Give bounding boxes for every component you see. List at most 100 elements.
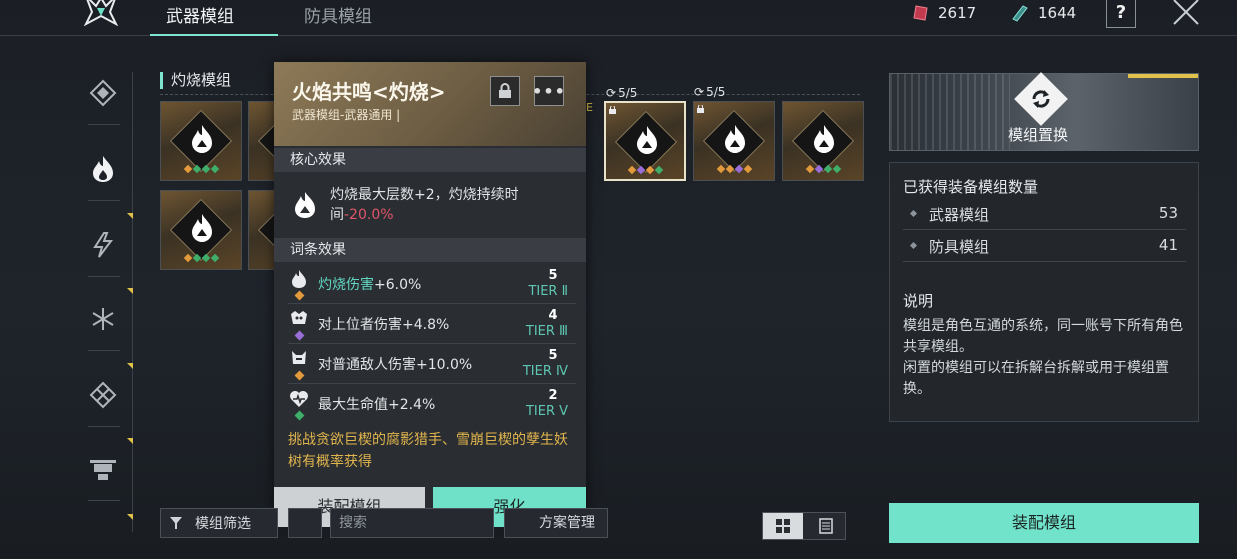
card-rarity-dots: [161, 253, 241, 263]
grid-view-button[interactable]: [763, 513, 803, 539]
affix-row: 对普通敌人伤害+10.0% 5 TIER Ⅳ: [288, 348, 576, 384]
close-icon[interactable]: [1170, 0, 1202, 28]
currency-teal-value: 1644: [1038, 4, 1077, 22]
affix-text: 对上位者伤害+4.8%: [318, 317, 450, 333]
owned-label: 防具模组: [929, 238, 990, 256]
owned-weapon-row: 武器模组 53: [903, 200, 1186, 230]
tab-armor-modules[interactable]: 防具模组: [304, 2, 372, 27]
rail-burn-modules[interactable]: [82, 148, 124, 190]
equip-module-button[interactable]: 装配模组: [889, 503, 1199, 543]
affix-text: 最大生命值+2.4%: [318, 397, 436, 413]
flame-icon: [93, 156, 113, 182]
owned-value: 53: [1158, 204, 1178, 222]
help-button[interactable]: ?: [1106, 0, 1136, 28]
acquisition-source: 挑战贪欲巨楔的腐影猎手、雪崩巨楔的孽生妖树有概率获得: [288, 432, 568, 470]
card-count-label: 5/5: [706, 85, 726, 99]
loadout-manage-button[interactable]: 方案管理: [504, 508, 608, 538]
module-card[interactable]: ⟳ 5/5: [693, 85, 775, 181]
rail-separator: [88, 500, 120, 501]
card-rarity-dots: [606, 165, 684, 175]
list-view-button[interactable]: [807, 513, 845, 539]
module-detail-popup: 火焰共鸣<灼烧> 武器模组-武器通用 | ••• 核心效果 灼烧最大层数+2，灼…: [274, 62, 586, 527]
game-logo-icon: [84, 0, 118, 26]
bullet: [909, 209, 918, 218]
rail-separator: [88, 426, 120, 427]
more-options-button[interactable]: •••: [532, 76, 565, 106]
lightning-icon: [93, 232, 113, 258]
module-card[interactable]: [782, 101, 864, 181]
owned-label: 武器模组: [929, 206, 990, 224]
lock-icon: [697, 105, 704, 113]
card-count-label: 5/5: [618, 86, 638, 100]
rail-separator: [88, 124, 120, 125]
card-count: ⟳ 5/5: [694, 85, 725, 99]
swap-cycle-icon: [1032, 90, 1050, 108]
affix-row: 灼烧伤害+6.0% 5 TIER Ⅱ: [288, 268, 576, 304]
affix-row: 对上位者伤害+4.8% 4 TIER Ⅲ: [288, 308, 576, 344]
flame-icon: [192, 125, 212, 153]
banner-stripes: [890, 74, 1010, 150]
horned-enemy-icon: [292, 351, 306, 364]
rarity-dot: [294, 330, 305, 341]
description-header: 说明: [903, 292, 934, 310]
rail-corrode-modules[interactable]: [82, 374, 124, 416]
search-input[interactable]: 搜索: [330, 508, 494, 538]
module-card[interactable]: [160, 190, 242, 270]
popup-header: 火焰共鸣<灼烧> 武器模组-武器通用 | •••: [274, 62, 586, 146]
rail-all-modules[interactable]: [82, 72, 124, 114]
owned-count-header: 已获得装备模组数量: [903, 178, 1039, 196]
turret-icon: [90, 460, 116, 480]
teal-crystal-icon: [1012, 5, 1028, 22]
affix-text: 对普通敌人伤害+10.0%: [318, 357, 473, 373]
flame-icon: [725, 125, 745, 153]
affix-level: 5: [548, 268, 558, 283]
lock-button[interactable]: [490, 76, 520, 106]
new-indicator: [127, 514, 133, 520]
description-line: 模组是角色互通的系统，同一账号下所有角色共享模组。: [903, 318, 1183, 355]
currency-teal: 1644: [1010, 4, 1076, 22]
module-filter-button[interactable]: 模组筛选: [160, 508, 278, 538]
cross-diamond-icon: [89, 381, 117, 409]
list-icon: [819, 518, 833, 534]
affix-tier: TIER Ⅱ: [528, 284, 568, 299]
affix-tier: TIER Ⅴ: [525, 404, 568, 419]
active-tab-indicator: [150, 34, 278, 36]
tab-weapon-modules[interactable]: 武器模组: [166, 2, 234, 27]
new-indicator: [127, 363, 133, 369]
affix-text: 灼烧伤害+6.0%: [318, 274, 421, 294]
banner-accent: [1128, 74, 1198, 78]
affix-level: 4: [548, 308, 558, 323]
rail-shock-modules[interactable]: [82, 224, 124, 266]
card-count-label: E: [586, 101, 593, 114]
affix-tier: TIER Ⅲ: [525, 324, 568, 339]
filter-label: 模组筛选: [195, 516, 251, 532]
owned-value: 41: [1158, 236, 1178, 254]
rail-separator: [88, 350, 120, 351]
new-indicator: [127, 213, 133, 219]
view-toggle: [762, 512, 846, 540]
card-count: ⟳ 5/5: [606, 86, 637, 100]
flame-icon: [192, 214, 212, 242]
affix-tier: TIER Ⅳ: [522, 364, 568, 379]
popup-subtitle: 武器模组-武器通用 |: [292, 108, 401, 122]
popup-title: 火焰共鸣<灼烧>: [292, 80, 446, 104]
flame-icon: [814, 125, 834, 153]
module-card[interactable]: [160, 101, 242, 181]
filter-icon: [170, 517, 182, 529]
cycle-icon: ⟳: [606, 86, 617, 100]
rarity-dot: [294, 290, 305, 301]
card-rarity-dots: [783, 164, 863, 174]
affix-level: 5: [548, 348, 558, 363]
diamond-layers-icon: [89, 79, 117, 107]
module-card-selected[interactable]: ⟳ 5/5: [604, 86, 686, 181]
snowflake-icon: [92, 308, 114, 330]
sort-button[interactable]: [288, 508, 322, 538]
rail-weapon-modules[interactable]: [82, 448, 124, 490]
card-rarity-dots: [694, 164, 774, 174]
spiky-skull-icon: [291, 311, 307, 324]
rail-separator: [88, 276, 120, 277]
lock-icon: [609, 106, 616, 114]
rail-frost-modules[interactable]: [82, 298, 124, 340]
red-crystal-icon: [913, 5, 928, 21]
top-bar: 武器模组 防具模组 2617 1644 ?: [0, 0, 1237, 36]
